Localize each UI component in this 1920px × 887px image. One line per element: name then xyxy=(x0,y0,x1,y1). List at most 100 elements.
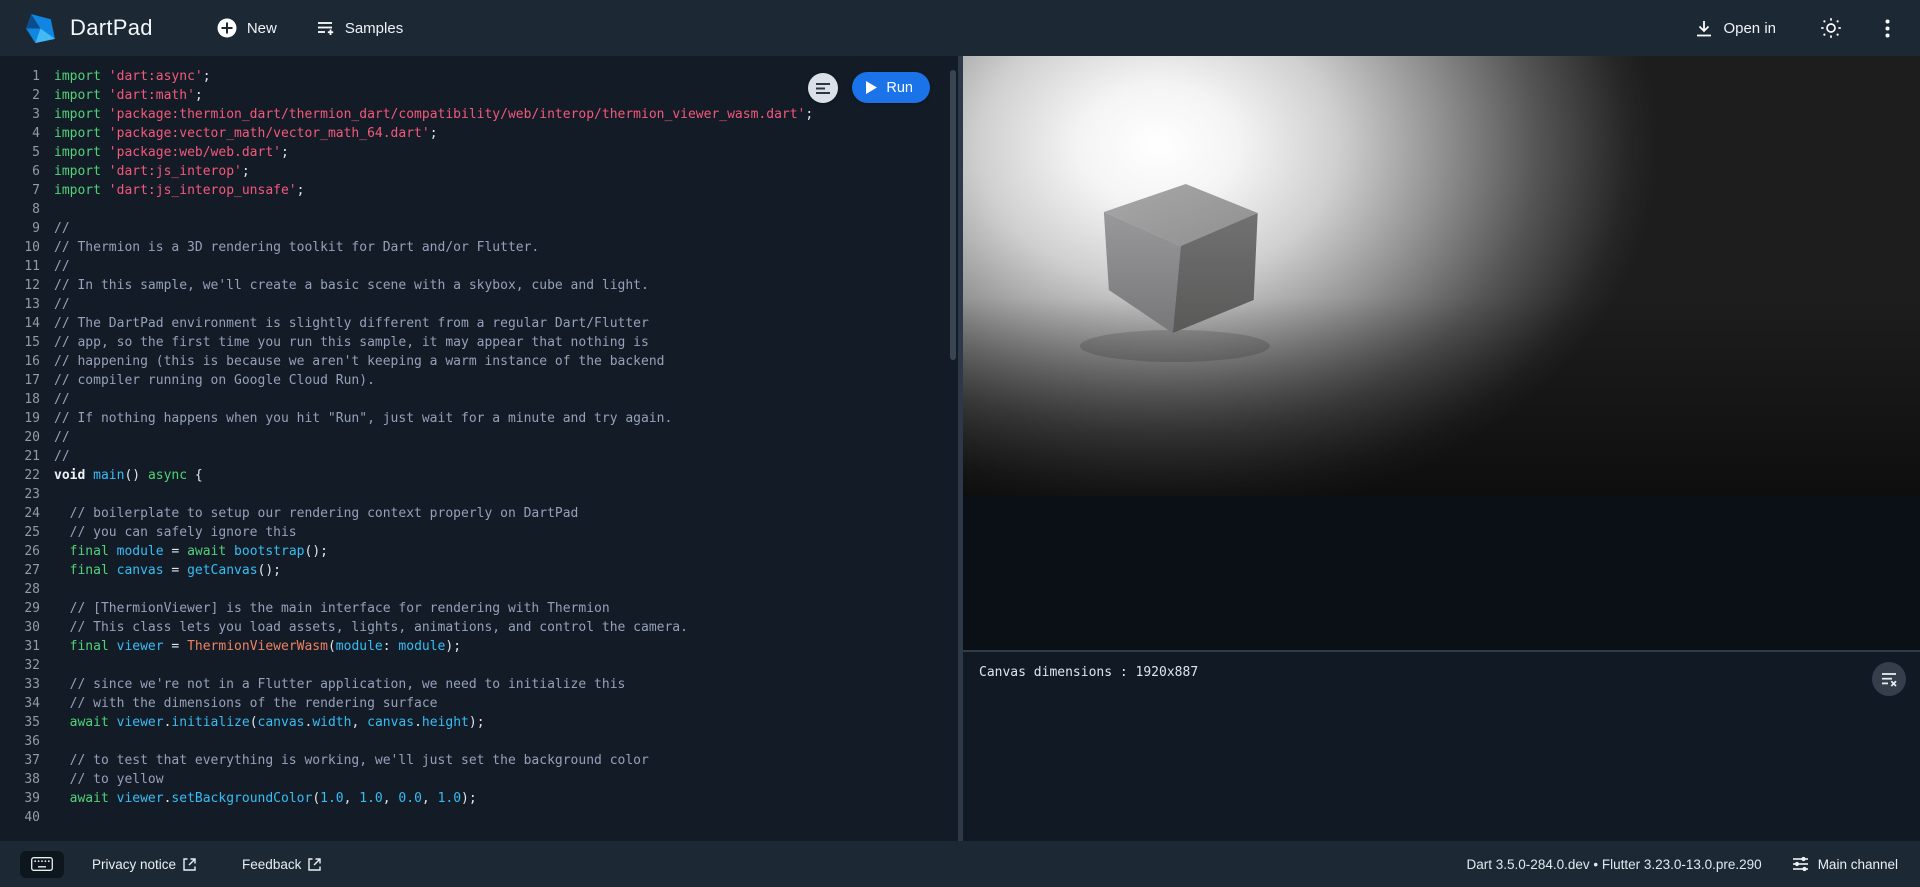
code-line[interactable]: 31 final viewer = ThermionViewerWasm(mod… xyxy=(0,637,958,656)
code-line[interactable]: 5import 'package:web/web.dart'; xyxy=(0,143,958,162)
code-line[interactable]: 26 final module = await bootstrap(); xyxy=(0,542,958,561)
code-line[interactable]: 17// compiler running on Google Cloud Ru… xyxy=(0,371,958,390)
line-content: // to yellow xyxy=(40,770,164,789)
format-icon xyxy=(815,82,831,95)
line-number: 40 xyxy=(6,808,40,827)
code-line[interactable]: 13// xyxy=(0,295,958,314)
code-line[interactable]: 27 final canvas = getCanvas(); xyxy=(0,561,958,580)
line-number: 33 xyxy=(6,675,40,694)
code-line[interactable]: 4import 'package:vector_math/vector_math… xyxy=(0,124,958,143)
code-line[interactable]: 8 xyxy=(0,200,958,219)
line-number: 32 xyxy=(6,656,40,675)
console-panel: Canvas dimensions : 1920x887 xyxy=(963,650,1920,841)
line-content xyxy=(40,200,54,219)
new-button[interactable]: New xyxy=(205,10,289,46)
code-line[interactable]: 37 // to test that everything is working… xyxy=(0,751,958,770)
code-editor[interactable]: 1import 'dart:async';2import 'dart:math'… xyxy=(0,56,958,841)
code-line[interactable]: 19// If nothing happens when you hit "Ru… xyxy=(0,409,958,428)
code-line[interactable]: 18// xyxy=(0,390,958,409)
code-line[interactable]: 29 // [ThermionViewer] is the main inter… xyxy=(0,599,958,618)
line-number: 31 xyxy=(6,637,40,656)
channel-selector-button[interactable]: Main channel xyxy=(1792,856,1898,872)
privacy-notice-label: Privacy notice xyxy=(92,857,176,872)
code-line[interactable]: 20// xyxy=(0,428,958,447)
brightness-icon xyxy=(1820,17,1842,39)
code-line[interactable]: 34 // with the dimensions of the renderi… xyxy=(0,694,958,713)
line-content: // xyxy=(40,219,70,238)
line-content: // Thermion is a 3D rendering toolkit fo… xyxy=(40,238,539,257)
plus-circle-icon xyxy=(217,18,237,38)
code-line[interactable]: 12// In this sample, we'll create a basi… xyxy=(0,276,958,295)
line-content: // happening (this is because we aren't … xyxy=(40,352,664,371)
line-content: import 'package:thermion_dart/thermion_d… xyxy=(40,105,813,124)
line-number: 4 xyxy=(6,124,40,143)
line-number: 2 xyxy=(6,86,40,105)
external-link-icon xyxy=(183,858,196,871)
code-line[interactable]: 22void main() async { xyxy=(0,466,958,485)
render-canvas[interactable] xyxy=(963,56,1920,496)
code-line[interactable]: 32 xyxy=(0,656,958,675)
overflow-menu-button[interactable] xyxy=(1870,11,1904,45)
status-bar-right: Dart 3.5.0-284.0.dev • Flutter 3.23.0-13… xyxy=(1467,856,1898,872)
open-in-button[interactable]: Open in xyxy=(1683,12,1788,45)
line-content: // In this sample, we'll create a basic … xyxy=(40,276,649,295)
download-icon xyxy=(1695,20,1713,37)
open-in-label: Open in xyxy=(1723,20,1776,37)
code-line[interactable]: 16// happening (this is because we aren'… xyxy=(0,352,958,371)
line-number: 15 xyxy=(6,333,40,352)
code-line[interactable]: 9// xyxy=(0,219,958,238)
page-title: DartPad xyxy=(70,15,153,41)
code-line[interactable]: 23 xyxy=(0,485,958,504)
code-line[interactable]: 11// xyxy=(0,257,958,276)
line-number: 5 xyxy=(6,143,40,162)
code-line[interactable]: 25 // you can safely ignore this xyxy=(0,523,958,542)
clear-console-button[interactable] xyxy=(1872,662,1906,696)
tune-icon xyxy=(1792,856,1809,872)
code-line[interactable]: 3import 'package:thermion_dart/thermion_… xyxy=(0,105,958,124)
samples-button[interactable]: Samples xyxy=(305,12,415,45)
line-number: 25 xyxy=(6,523,40,542)
code-line[interactable]: 15// app, so the first time you run this… xyxy=(0,333,958,352)
play-icon xyxy=(866,81,877,94)
privacy-notice-link[interactable]: Privacy notice xyxy=(92,857,196,872)
code-line[interactable]: 38 // to yellow xyxy=(0,770,958,789)
line-number: 8 xyxy=(6,200,40,219)
line-number: 11 xyxy=(6,257,40,276)
code-line[interactable]: 24 // boilerplate to setup our rendering… xyxy=(0,504,958,523)
line-number: 34 xyxy=(6,694,40,713)
code-line[interactable]: 21// xyxy=(0,447,958,466)
line-content: // This class lets you load assets, ligh… xyxy=(40,618,688,637)
theme-toggle-button[interactable] xyxy=(1814,11,1848,45)
code-line[interactable]: 30 // This class lets you load assets, l… xyxy=(0,618,958,637)
console-output: Canvas dimensions : 1920x887 xyxy=(979,665,1904,680)
line-number: 22 xyxy=(6,466,40,485)
code-line[interactable]: 6import 'dart:js_interop'; xyxy=(0,162,958,181)
code-line[interactable]: 10// Thermion is a 3D rendering toolkit … xyxy=(0,238,958,257)
line-content: // xyxy=(40,447,70,466)
code-line[interactable]: 36 xyxy=(0,732,958,751)
channel-label: Main channel xyxy=(1818,857,1898,872)
code-line[interactable]: 7import 'dart:js_interop_unsafe'; xyxy=(0,181,958,200)
dartpad-logo xyxy=(24,12,57,45)
feedback-link[interactable]: Feedback xyxy=(242,857,321,872)
code-line[interactable]: 39 await viewer.setBackgroundColor(1.0, … xyxy=(0,789,958,808)
code-line[interactable]: 33 // since we're not in a Flutter appli… xyxy=(0,675,958,694)
code-line[interactable]: 14// The DartPad environment is slightly… xyxy=(0,314,958,333)
keyboard-shortcuts-button[interactable] xyxy=(20,851,64,878)
line-number: 13 xyxy=(6,295,40,314)
run-button[interactable]: Run xyxy=(852,72,930,103)
line-number: 9 xyxy=(6,219,40,238)
clear-console-icon xyxy=(1880,670,1898,688)
line-number: 10 xyxy=(6,238,40,257)
line-content xyxy=(40,656,54,675)
line-number: 21 xyxy=(6,447,40,466)
line-content: // app, so the first time you run this s… xyxy=(40,333,649,352)
editor-scrollbar[interactable] xyxy=(950,70,956,360)
code-line[interactable]: 28 xyxy=(0,580,958,599)
format-button[interactable] xyxy=(808,73,838,103)
code-line[interactable]: 35 await viewer.initialize(canvas.width,… xyxy=(0,713,958,732)
code-line[interactable]: 40 xyxy=(0,808,958,827)
line-content: // xyxy=(40,295,70,314)
line-content: // since we're not in a Flutter applicat… xyxy=(40,675,625,694)
line-number: 1 xyxy=(6,67,40,86)
